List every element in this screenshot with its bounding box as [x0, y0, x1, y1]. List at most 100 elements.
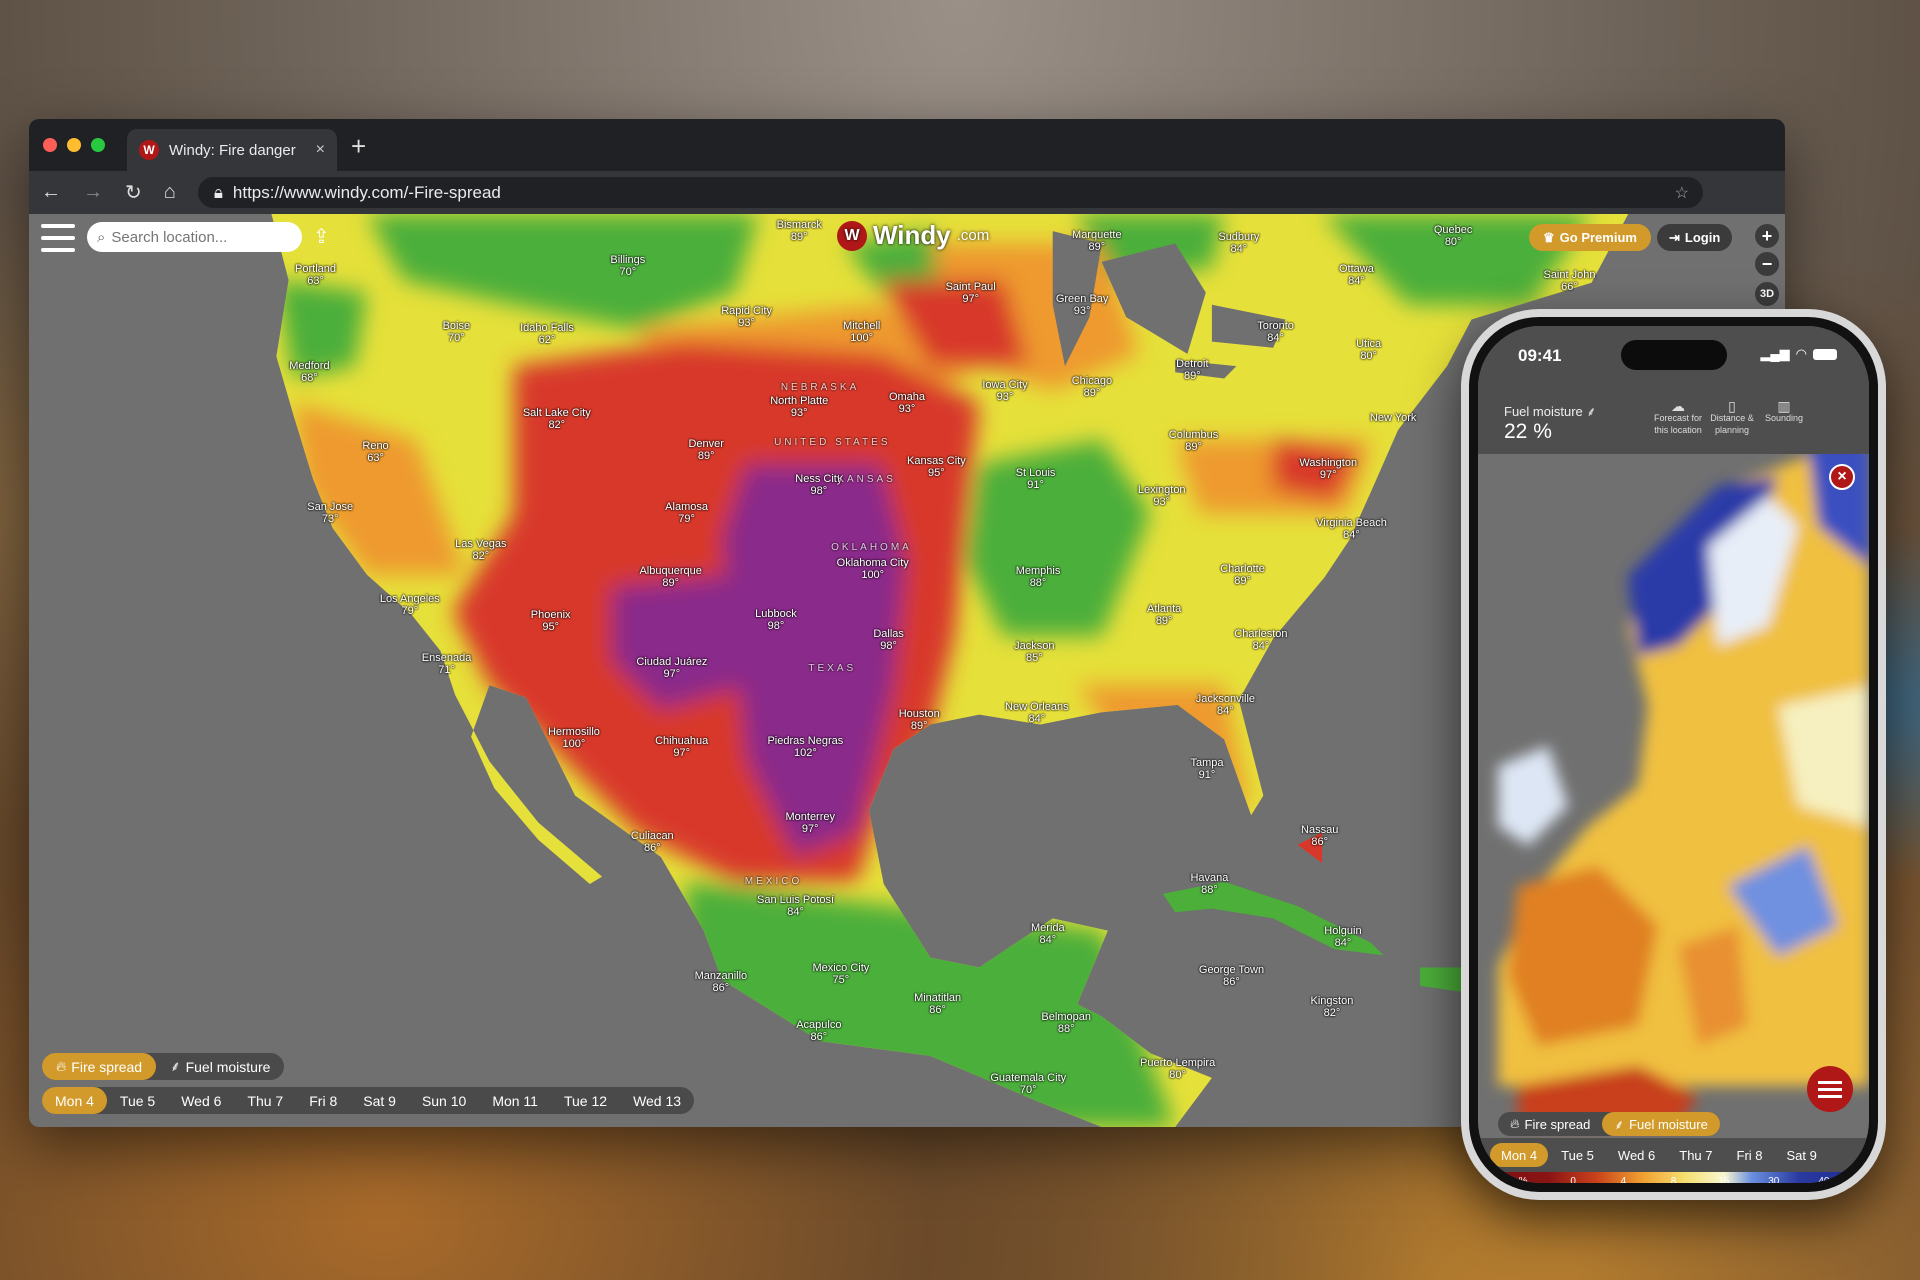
- city-label[interactable]: St Louis 91°: [1016, 467, 1056, 491]
- bookmark-star-icon[interactable]: ☆: [1675, 183, 1689, 203]
- city-label[interactable]: Virginia Beach 84°: [1316, 517, 1387, 541]
- city-label[interactable]: Chicago 89°: [1072, 375, 1112, 399]
- day-sat-9[interactable]: Sat 9: [350, 1087, 409, 1114]
- city-label[interactable]: Toronto 84°: [1257, 320, 1294, 344]
- city-label[interactable]: San Jose 73°: [307, 501, 353, 525]
- day-wed-6[interactable]: Wed 6: [1607, 1143, 1666, 1167]
- city-label[interactable]: Charlotte 89°: [1220, 563, 1265, 587]
- city-label[interactable]: Idaho Falls 62°: [520, 322, 574, 346]
- city-label[interactable]: Ottawa 84°: [1339, 263, 1374, 287]
- day-sun-10[interactable]: Sun 10: [409, 1087, 479, 1114]
- city-label[interactable]: Rapid City 93°: [721, 305, 772, 329]
- city-label[interactable]: Merida 84°: [1031, 922, 1065, 946]
- city-label[interactable]: Albuquerque 89°: [639, 565, 701, 589]
- city-label[interactable]: Nassau 86°: [1301, 824, 1338, 848]
- city-label[interactable]: Houston 89°: [899, 708, 940, 732]
- layer-fuel-moisture[interactable]: ⸙ Fuel moisture: [1602, 1112, 1720, 1136]
- sounding-button[interactable]: ▥ Sounding: [1754, 399, 1814, 424]
- day-tue-5[interactable]: Tue 5: [107, 1087, 168, 1114]
- tab-close-icon[interactable]: ×: [316, 141, 325, 159]
- day-tue-12[interactable]: Tue 12: [551, 1087, 620, 1114]
- city-label[interactable]: George Town 86°: [1199, 964, 1264, 988]
- close-icon[interactable]: ×: [1829, 464, 1855, 490]
- city-label[interactable]: Billings 70°: [610, 254, 645, 278]
- back-icon[interactable]: ←: [41, 181, 61, 204]
- city-label[interactable]: Sudbury 84°: [1218, 231, 1259, 255]
- close-window-button[interactable]: [43, 138, 57, 152]
- city-label[interactable]: Holguin 84°: [1324, 925, 1361, 949]
- city-label[interactable]: Columbus 89°: [1169, 429, 1219, 453]
- day-thu-7[interactable]: Thu 7: [1668, 1143, 1723, 1167]
- share-icon[interactable]: ⇪: [313, 224, 330, 249]
- city-label[interactable]: Minatitlan 86°: [914, 992, 961, 1016]
- zoom-in-button[interactable]: +: [1755, 224, 1779, 248]
- home-icon[interactable]: ⌂: [164, 181, 176, 204]
- reload-icon[interactable]: ↻: [125, 180, 142, 205]
- city-label[interactable]: North Platte 93°: [770, 395, 828, 419]
- city-label[interactable]: Ness City 98°: [795, 473, 842, 497]
- search-box[interactable]: ⌕: [87, 222, 302, 252]
- city-label[interactable]: Bismarck 89°: [777, 219, 822, 243]
- city-label[interactable]: Boise 70°: [443, 320, 471, 344]
- city-label[interactable]: Saint Paul 97°: [946, 281, 996, 305]
- city-label[interactable]: Acapulco 86°: [796, 1019, 841, 1043]
- city-label[interactable]: Medford 68°: [289, 360, 329, 384]
- layer-fire-spread[interactable]: 🔥︎ Fire spread: [42, 1053, 157, 1080]
- maximize-window-button[interactable]: [91, 138, 105, 152]
- city-label[interactable]: Belmopan 88°: [1041, 1011, 1091, 1035]
- city-label[interactable]: Quebec 80°: [1434, 224, 1473, 248]
- windy-logo[interactable]: W Windy .com: [837, 220, 989, 251]
- new-tab-button[interactable]: +: [351, 131, 366, 162]
- day-wed-13[interactable]: Wed 13: [620, 1087, 694, 1114]
- menu-button[interactable]: [41, 224, 75, 252]
- city-label[interactable]: Dallas 98°: [873, 628, 904, 652]
- city-label[interactable]: Salt Lake City 82°: [523, 407, 591, 431]
- city-label[interactable]: Phoenix 95°: [531, 609, 571, 633]
- day-thu-7[interactable]: Thu 7: [234, 1087, 296, 1114]
- city-label[interactable]: Detroit 89°: [1176, 358, 1208, 382]
- city-label[interactable]: Green Bay 93°: [1056, 293, 1109, 317]
- day-wed-6[interactable]: Wed 6: [168, 1087, 234, 1114]
- day-fri-8[interactable]: Fri 8: [1726, 1143, 1774, 1167]
- city-label[interactable]: Mitchell 100°: [843, 320, 880, 344]
- city-label[interactable]: Utica 80°: [1356, 338, 1381, 362]
- city-label[interactable]: New Orleans 84°: [1005, 701, 1069, 725]
- day-mon-4[interactable]: Mon 4: [42, 1087, 107, 1114]
- 3d-view-button[interactable]: 3D: [1755, 282, 1779, 306]
- city-label[interactable]: Omaha 93°: [889, 391, 925, 415]
- day-tue-5[interactable]: Tue 5: [1550, 1143, 1605, 1167]
- login-button[interactable]: ⇥ Login: [1657, 224, 1733, 251]
- city-label[interactable]: Lubbock 98°: [755, 608, 797, 632]
- city-label[interactable]: Manzanillo 86°: [695, 970, 748, 994]
- city-label[interactable]: Las Vegas 82°: [455, 538, 506, 562]
- city-label[interactable]: Portland 63°: [295, 263, 336, 287]
- forward-icon[interactable]: →: [83, 181, 103, 204]
- city-label[interactable]: Charleston 84°: [1234, 628, 1287, 652]
- city-label[interactable]: Jackson 85°: [1014, 640, 1054, 664]
- city-label[interactable]: Iowa City 93°: [982, 379, 1027, 403]
- city-label[interactable]: Puerto Lempira 80°: [1140, 1057, 1215, 1081]
- day-mon-4[interactable]: Mon 4: [1490, 1143, 1549, 1167]
- zoom-out-button[interactable]: −: [1755, 252, 1779, 276]
- city-label[interactable]: Havana 88°: [1190, 872, 1228, 896]
- city-label[interactable]: Saint John 66°: [1543, 269, 1595, 293]
- phone-menu-button[interactable]: [1807, 1066, 1853, 1112]
- city-label[interactable]: New York: [1370, 412, 1416, 424]
- city-label[interactable]: Oklahoma City 100°: [837, 557, 909, 581]
- city-label[interactable]: Alamosa 79°: [665, 501, 708, 525]
- city-label[interactable]: San Luis Potosí 84°: [757, 894, 834, 918]
- city-label[interactable]: Guatemala City 70°: [990, 1072, 1066, 1096]
- day-fri-8[interactable]: Fri 8: [296, 1087, 350, 1114]
- city-label[interactable]: Monterrey 97°: [785, 811, 835, 835]
- city-label[interactable]: Culiacan 86°: [631, 830, 674, 854]
- city-label[interactable]: Washington 97°: [1299, 457, 1357, 481]
- city-label[interactable]: Kansas City 95°: [907, 455, 966, 479]
- city-label[interactable]: Jacksonville 84°: [1196, 693, 1255, 717]
- city-label[interactable]: Ciudad Juárez 97°: [636, 656, 707, 680]
- search-input[interactable]: [111, 228, 282, 246]
- city-label[interactable]: Tampa 91°: [1190, 757, 1223, 781]
- layer-fire-spread[interactable]: 🔥︎ Fire spread: [1498, 1112, 1602, 1136]
- browser-tab[interactable]: W Windy: Fire danger ×: [127, 129, 337, 171]
- city-label[interactable]: Ensenada 71°: [422, 652, 472, 676]
- day-mon-11[interactable]: Mon 11: [479, 1087, 551, 1114]
